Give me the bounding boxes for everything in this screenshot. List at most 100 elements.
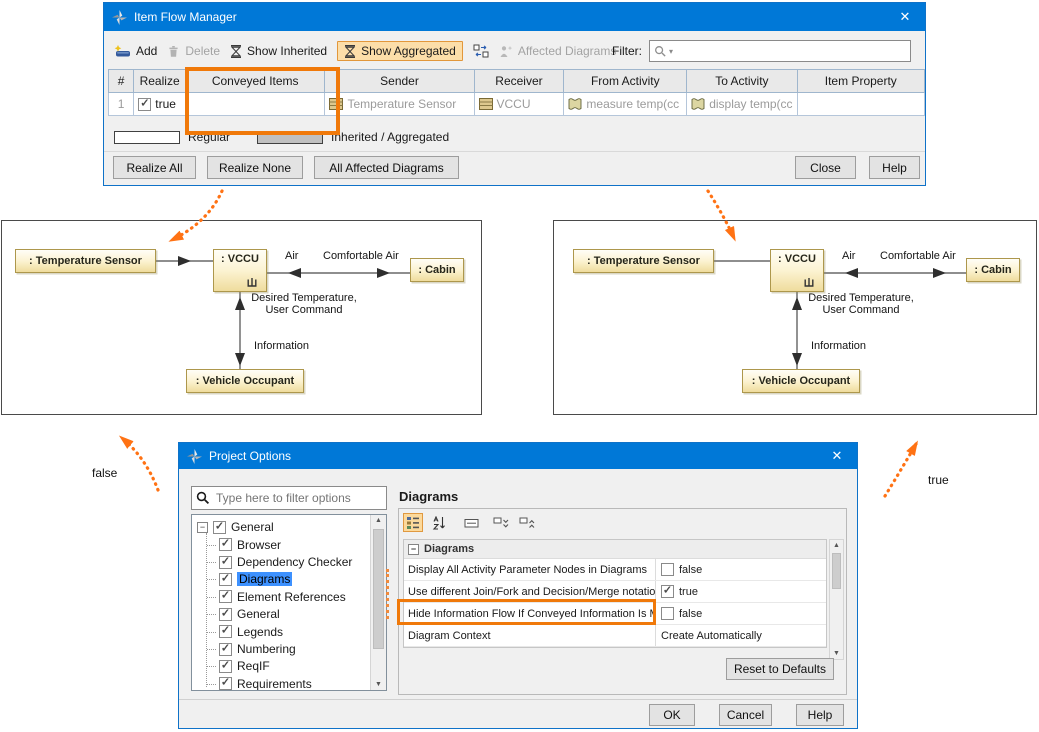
to-activity-cell[interactable]: display temp(cc [687, 93, 797, 116]
tree-item-general[interactable]: ✓ General [206, 606, 386, 623]
all-affected-diagrams-button[interactable]: All Affected Diagrams [314, 156, 459, 179]
sender-cell[interactable]: Temperature Sensor [325, 93, 474, 116]
realize-all-button[interactable]: Realize All [113, 156, 196, 179]
tree-checkbox[interactable]: ✓ [219, 660, 232, 673]
affected-diagrams-button[interactable]: Affected Diagrams [499, 44, 617, 58]
categorized-view-button[interactable] [403, 513, 423, 532]
block-cabin[interactable]: : Cabin [410, 258, 464, 282]
tree-checkbox[interactable]: ✓ [219, 590, 232, 603]
delete-button[interactable]: Delete [167, 44, 220, 58]
block-vccu[interactable]: : VCCU [213, 249, 267, 292]
show-aggregated-button[interactable]: Show Aggregated [337, 41, 463, 61]
col-to-activity[interactable]: To Activity [687, 70, 797, 93]
tree-checkbox[interactable]: ✓ [219, 573, 232, 586]
scroll-up-icon[interactable]: ▲ [371, 517, 386, 524]
tree-item-label[interactable]: Dependency Checker [237, 555, 352, 569]
scrollbar-thumb[interactable] [832, 553, 841, 589]
collapse-expander-icon[interactable]: − [197, 522, 208, 533]
realize-none-button[interactable]: Realize None [207, 156, 303, 179]
tree-root-label[interactable]: General [231, 520, 274, 534]
tree-checkbox[interactable]: ✓ [219, 608, 232, 621]
block-temperature-sensor[interactable]: : Temperature Sensor [573, 249, 714, 273]
group-expander-icon[interactable]: − [408, 544, 419, 555]
option-checkbox-unchecked[interactable] [661, 563, 674, 576]
tree-scrollbar[interactable]: ▲ ▼ [370, 515, 386, 690]
po-help-button[interactable]: Help [796, 704, 844, 726]
col-conveyed-items[interactable]: Conveyed Items [185, 70, 325, 93]
col-realize[interactable]: Realize [134, 70, 186, 93]
tree-item-numbering[interactable]: ✓ Numbering [206, 640, 386, 657]
panel-splitter-handle[interactable] [386, 569, 389, 619]
options-scrollbar[interactable]: ▲ ▼ [829, 539, 844, 660]
search-caret-icon[interactable]: ▾ [669, 47, 673, 56]
scroll-down-icon[interactable]: ▼ [830, 650, 843, 657]
tree-item-browser[interactable]: ✓ Browser [206, 536, 386, 553]
col-sender[interactable]: Sender [325, 70, 474, 93]
conveyed-items-cell[interactable] [185, 93, 325, 116]
tree-item-label[interactable]: ReqIF [237, 659, 270, 673]
option-row-join-fork-notations[interactable]: Use different Join/Fork and Decision/Mer… [404, 581, 826, 603]
tree-item-general-root[interactable]: − ✓ General [197, 518, 386, 536]
ok-button[interactable]: OK [649, 704, 695, 726]
option-checkbox-unchecked[interactable] [661, 607, 674, 620]
po-close-icon[interactable]: ✕ [817, 443, 857, 469]
item-property-cell[interactable] [797, 93, 924, 116]
tree-item-dependency-checker[interactable]: ✓ Dependency Checker [206, 553, 386, 570]
sort-alphabetically-button[interactable] [429, 513, 449, 532]
from-activity-cell[interactable]: measure temp(cc [564, 93, 687, 116]
tree-item-legends[interactable]: ✓ Legends [206, 623, 386, 640]
tree-item-diagrams[interactable]: ✓ Diagrams [206, 571, 386, 588]
po-filter-input[interactable] [214, 490, 382, 506]
options-group-header[interactable]: − Diagrams [404, 540, 826, 559]
show-inherited-button[interactable]: Show Inherited [230, 44, 327, 58]
cancel-button[interactable]: Cancel [719, 704, 772, 726]
tree-item-label-selected[interactable]: Diagrams [237, 572, 292, 586]
tree-checkbox[interactable]: ✓ [219, 556, 232, 569]
tree-item-label[interactable]: Requirements [237, 677, 312, 691]
block-vehicle-occupant[interactable]: : Vehicle Occupant [186, 369, 304, 393]
col-num[interactable]: # [109, 70, 134, 93]
reset-to-defaults-button[interactable]: Reset to Defaults [726, 658, 834, 680]
option-row-hide-information-flow[interactable]: Hide Information Flow If Conveyed Inform… [404, 603, 826, 625]
filter-search-input[interactable]: ▾ [649, 40, 911, 62]
po-titlebar[interactable]: Project Options ✕ [179, 443, 857, 469]
block-cabin[interactable]: : Cabin [966, 258, 1020, 282]
tree-checkbox[interactable]: ✓ [219, 538, 232, 551]
tree-checkbox[interactable]: ✓ [219, 677, 232, 690]
option-row-diagram-context[interactable]: Diagram Context Create Automatically [404, 625, 826, 647]
scroll-up-icon[interactable]: ▲ [830, 542, 843, 549]
tree-checkbox[interactable]: ✓ [219, 643, 232, 656]
tree-item-label[interactable]: Browser [237, 538, 281, 552]
tree-item-label[interactable]: Element References [237, 590, 346, 604]
tree-item-label[interactable]: Numbering [237, 642, 296, 656]
col-item-property[interactable]: Item Property [797, 70, 924, 93]
tree-checkbox[interactable]: ✓ [219, 625, 232, 638]
close-button[interactable]: Close [795, 156, 856, 179]
option-row-display-activity-nodes[interactable]: Display All Activity Parameter Nodes in … [404, 559, 826, 581]
tree-item-reqif[interactable]: ✓ ReqIF [206, 658, 386, 675]
block-temperature-sensor[interactable]: : Temperature Sensor [15, 249, 156, 273]
option-checkbox-checked[interactable]: ✓ [661, 585, 674, 598]
ifm-titlebar[interactable]: Item Flow Manager ✕ [104, 3, 925, 31]
ifm-close-icon[interactable]: ✕ [885, 3, 925, 31]
add-button[interactable]: Add [114, 44, 157, 58]
change-flow-direction-button[interactable] [473, 44, 489, 58]
po-filter-box[interactable] [191, 486, 387, 510]
collapse-all-button[interactable] [517, 513, 537, 532]
col-from-activity[interactable]: From Activity [564, 70, 687, 93]
tree-item-element-references[interactable]: ✓ Element References [206, 588, 386, 605]
help-button[interactable]: Help [869, 156, 920, 179]
tree-checkbox[interactable]: ✓ [213, 521, 226, 534]
block-vccu[interactable]: : VCCU [770, 249, 824, 292]
realize-checkbox[interactable]: ✓ [138, 98, 151, 111]
tree-item-label[interactable]: Legends [237, 625, 283, 639]
receiver-cell[interactable]: VCCU [474, 93, 564, 116]
realize-cell[interactable]: ✓ true [134, 93, 186, 116]
tree-item-requirements[interactable]: ✓ Requirements [206, 675, 386, 691]
scroll-down-icon[interactable]: ▼ [371, 681, 386, 688]
expand-all-button[interactable] [491, 513, 511, 532]
scrollbar-thumb[interactable] [373, 529, 384, 649]
col-receiver[interactable]: Receiver [474, 70, 564, 93]
tree-item-label[interactable]: General [237, 607, 280, 621]
show-description-button[interactable] [461, 513, 481, 532]
